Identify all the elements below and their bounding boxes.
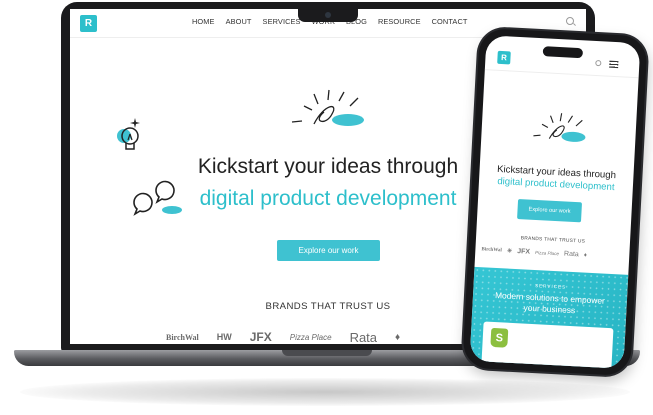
lightbulb-icon bbox=[117, 118, 140, 150]
nav-home[interactable]: HOME bbox=[192, 17, 215, 26]
sparkle-doodle-icon bbox=[291, 89, 364, 126]
nav-services[interactable]: SERVICES bbox=[263, 17, 301, 26]
laptop-hinge bbox=[282, 350, 372, 356]
brand-logo: BirchWal bbox=[481, 247, 502, 254]
brand-logo: BirchWal bbox=[166, 332, 199, 342]
explore-work-button[interactable]: Explore our work bbox=[277, 240, 380, 261]
phone-screen: R Kickstart your ideas through digital p… bbox=[469, 35, 641, 369]
brand-logo: JFX bbox=[517, 248, 531, 256]
brand-logo: ♦ bbox=[583, 252, 587, 259]
search-icon[interactable] bbox=[595, 59, 602, 67]
brand-logo: ☀ bbox=[506, 248, 513, 255]
services-section: SERVICES Modern solutions to empower you… bbox=[469, 266, 629, 369]
nav-contact[interactable]: CONTACT bbox=[432, 17, 468, 26]
camera-icon bbox=[325, 12, 331, 18]
brands-heading: BRANDS THAT TRUST US bbox=[520, 236, 586, 245]
sparkle-doodle-icon bbox=[533, 113, 586, 142]
shopify-icon: S bbox=[490, 327, 509, 348]
nav-resource[interactable]: RESOURCE bbox=[378, 17, 421, 26]
brand-logo: Rata bbox=[563, 250, 579, 259]
brand-logo: Pizza Place bbox=[289, 332, 332, 342]
explore-work-button[interactable]: Explore our work bbox=[517, 199, 583, 223]
brand-logo: JFX bbox=[249, 330, 272, 344]
nav-about[interactable]: ABOUT bbox=[226, 17, 252, 26]
brand-logo: Pizza Place bbox=[534, 250, 560, 257]
search-icon[interactable] bbox=[566, 17, 574, 25]
site-logo[interactable]: R bbox=[497, 50, 511, 65]
site-logo[interactable]: R bbox=[80, 15, 97, 32]
dynamic-island bbox=[542, 46, 584, 59]
menu-icon[interactable] bbox=[609, 60, 619, 69]
brand-logo: ♦ bbox=[395, 331, 401, 343]
brand-logo: Rata bbox=[349, 329, 378, 345]
phone: R Kickstart your ideas through digital p… bbox=[462, 27, 648, 377]
header-divider bbox=[484, 69, 639, 79]
service-card[interactable]: S bbox=[480, 321, 614, 369]
device-shadow bbox=[20, 378, 630, 406]
brands-strip: BirchWal ☀ JFX Pizza Place Rata ♦ bbox=[481, 246, 631, 261]
brand-logo: HW bbox=[216, 332, 232, 342]
